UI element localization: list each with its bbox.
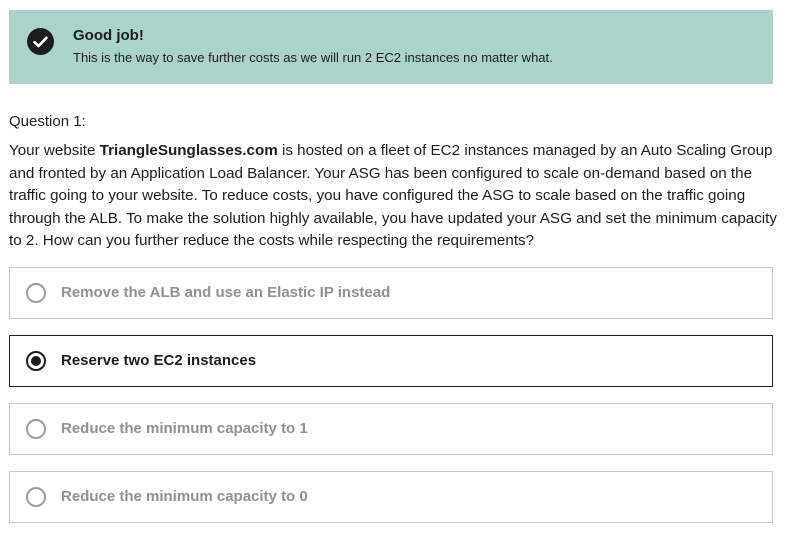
radio-button[interactable] (26, 283, 46, 303)
question-text-before: Your website (9, 142, 100, 159)
question-website-name: TriangleSunglasses.com (99, 142, 278, 159)
answer-option-label: Reserve two EC2 instances (61, 352, 257, 369)
answer-option-label: Reduce the minimum capacity to 1 (61, 420, 308, 437)
feedback-title: Good job! (73, 27, 144, 44)
radio-button[interactable] (26, 419, 46, 439)
feedback-message: This is the way to save further costs as… (73, 50, 553, 65)
checkmark-icon (33, 36, 48, 47)
answer-option-label: Remove the ALB and use an Elastic IP ins… (61, 284, 391, 301)
answer-option-1[interactable]: Remove the ALB and use an Elastic IP ins… (9, 267, 773, 319)
answer-option-2[interactable]: Reserve two EC2 instances (9, 335, 773, 387)
feedback-banner: Good job! This is the way to save furthe… (9, 10, 773, 84)
question-text: Your website TriangleSunglasses.com is h… (9, 140, 784, 253)
radio-selected-dot (31, 356, 41, 366)
radio-button-selected[interactable] (26, 351, 46, 371)
check-circle-icon (27, 28, 54, 55)
radio-button[interactable] (26, 487, 46, 507)
answer-option-3[interactable]: Reduce the minimum capacity to 1 (9, 403, 773, 455)
answer-option-label: Reduce the minimum capacity to 0 (61, 488, 308, 505)
question-number: Question 1: (9, 113, 86, 130)
answer-option-4[interactable]: Reduce the minimum capacity to 0 (9, 471, 773, 523)
